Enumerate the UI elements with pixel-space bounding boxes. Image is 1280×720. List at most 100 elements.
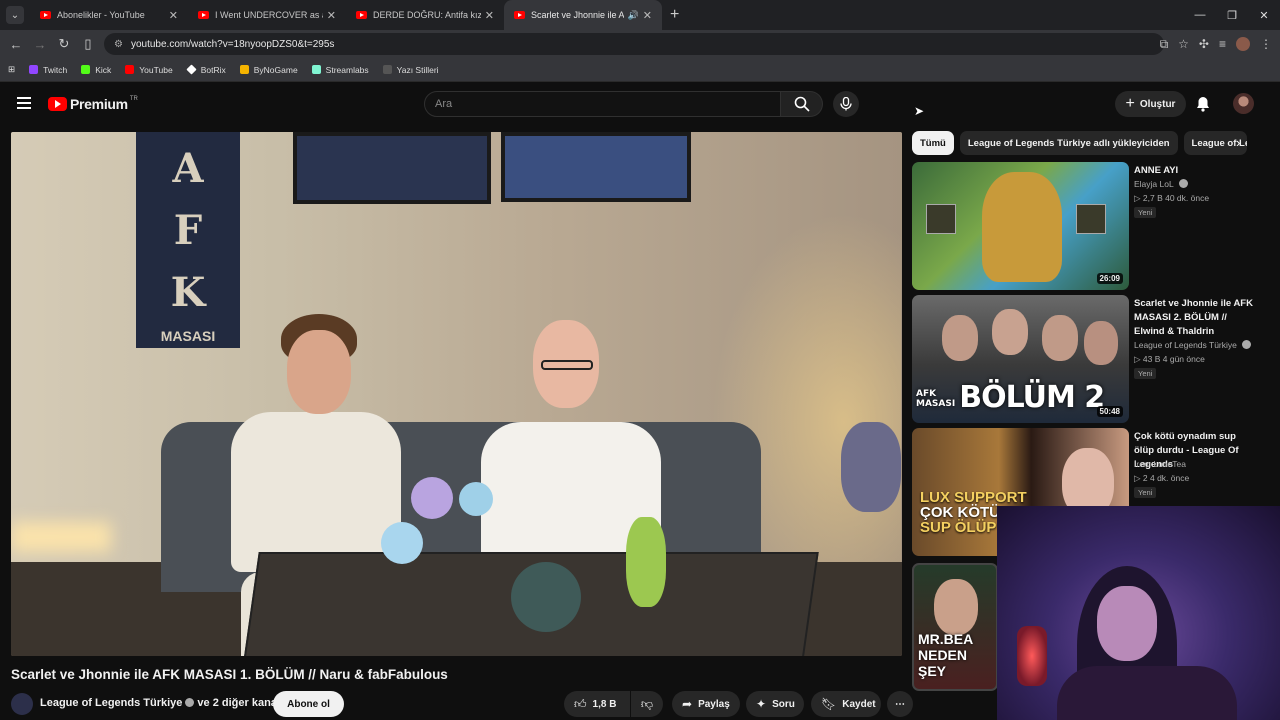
site-info-icon[interactable]: ⚙ — [114, 39, 123, 50]
video-thumbnail[interactable]: AFK MASASI BÖLÜM 2 50:48 — [912, 295, 1129, 423]
logo-text: Premium — [70, 96, 128, 112]
microphone-icon — [840, 97, 852, 111]
browser-tab[interactable]: I Went UNDERCOVER as a Low ✕ — [188, 0, 346, 30]
forward-icon[interactable]: → — [28, 37, 52, 52]
youtube-favicon-icon — [40, 11, 51, 19]
chip-uploader[interactable]: League of Legends Türkiye adlı yükleyici… — [959, 131, 1178, 155]
youtube-favicon-icon — [198, 11, 209, 19]
recommendation-item[interactable]: AFK MASASI BÖLÜM 2 50:48 Scarlet ve Jhonni… — [912, 295, 1272, 423]
account-avatar[interactable] — [1233, 93, 1254, 114]
video-thumbnail[interactable]: 26:09 — [912, 162, 1129, 290]
figurine — [841, 422, 901, 512]
recommendation-item[interactable]: MR.BEA NEDEN ŞEY — [912, 563, 1002, 691]
close-window-icon[interactable]: ✕ — [1248, 9, 1280, 22]
lamp-light — [1017, 626, 1047, 686]
reload-icon[interactable]: ↻ — [52, 36, 76, 52]
dislike-button[interactable]: 👎︎ — [631, 691, 663, 717]
voice-search-button[interactable] — [833, 91, 859, 117]
minimize-icon[interactable]: — — [1184, 9, 1216, 21]
save-button[interactable]: 🔖︎ Kaydet — [811, 691, 881, 717]
webcam-overlay — [997, 506, 1280, 720]
ask-button[interactable]: ✦ Soru — [746, 691, 804, 717]
verified-icon — [1242, 340, 1252, 349]
apps-grid-icon[interactable]: ⊞ — [8, 64, 15, 75]
bookmark-icon: 🔖︎ — [821, 697, 837, 711]
browser-toolbar: ← → ↻ ▯ ⚙ youtube.com/watch?v=18nyoopDZS… — [0, 30, 1280, 58]
collab-channels: ve 2 diğer kanal — [197, 697, 280, 709]
bookmark-bynogame[interactable]: ByNoGame — [239, 65, 298, 75]
poro-plush — [381, 522, 423, 564]
new-badge: Yeni — [1134, 368, 1157, 379]
search-button[interactable] — [781, 91, 823, 117]
video-player[interactable]: AFK MASASI — [11, 132, 902, 656]
channel-avatar[interactable] — [11, 693, 33, 715]
close-tab-icon[interactable]: ✕ — [169, 9, 178, 22]
search-input[interactable]: Ara — [424, 91, 781, 117]
channel-name-link[interactable]: League of Legends Türkiye ve 2 diğer kana… — [40, 697, 280, 709]
video-duration: 26:09 — [1096, 273, 1123, 284]
audio-playing-icon[interactable]: 🔊 — [628, 10, 639, 21]
recommendation-channel: Irem LuneTea — [1134, 459, 1186, 469]
subscribe-button[interactable]: Abone ol — [273, 691, 344, 717]
recommendation-meta: ▷ 43 B 4 gün önce — [1134, 354, 1205, 364]
bookmark-streamlabs[interactable]: Streamlabs — [311, 65, 369, 75]
video-thumbnail[interactable]: MR.BEA NEDEN ŞEY — [912, 563, 998, 691]
create-button[interactable]: + Oluştur — [1115, 91, 1186, 117]
toolbar-actions: ⧉ ☆ ✣ ≡ ⋮ — [1160, 30, 1272, 58]
notifications-button[interactable] — [1196, 96, 1210, 117]
side-panel-icon[interactable]: ▯ — [76, 36, 100, 52]
bookmark-twitch[interactable]: Twitch — [29, 65, 67, 75]
tab-search-button[interactable]: ⌄ — [6, 6, 24, 24]
bookmark-star-icon[interactable]: ☆ — [1178, 37, 1189, 51]
lamp-light — [11, 522, 111, 552]
bynogame-icon — [239, 65, 249, 74]
tab-title: DERDE DOĞRU: Antifa kız ve sö — [373, 10, 481, 20]
share-label: Paylaş — [698, 698, 730, 710]
browser-tab-active[interactable]: Scarlet ve Jhonnie ile AFK M 🔊 ✕ — [504, 0, 662, 30]
chip-all[interactable]: Tümü — [912, 131, 954, 155]
bookmarks-bar: ⊞ Twitch Kick YouTube BotRix ByNoGame St… — [0, 58, 1280, 82]
wall-painting — [501, 132, 691, 202]
browser-tab-bar: ⌄ Abonelikler - YouTube ✕ I Went UNDERCO… — [0, 0, 1280, 30]
back-icon[interactable]: ← — [4, 37, 28, 52]
bookmark-youtube[interactable]: YouTube — [125, 65, 173, 75]
url-text: youtube.com/watch?v=18nyoopDZS0&t=295s — [130, 38, 335, 50]
menu-icon[interactable] — [17, 97, 31, 109]
restore-icon[interactable]: ❐ — [1216, 9, 1248, 22]
profile-avatar[interactable] — [1236, 37, 1250, 51]
plush-toy — [626, 517, 666, 607]
youtube-premium-logo[interactable]: Premium TR — [48, 96, 138, 112]
window-controls: — ❐ ✕ — [1184, 0, 1280, 30]
bookmark-yazi-stilleri[interactable]: Yazı Stilleri — [382, 65, 439, 75]
search-icon — [794, 96, 810, 112]
close-tab-icon[interactable]: ✕ — [643, 9, 652, 22]
tab-title: Abonelikler - YouTube — [57, 10, 145, 20]
media-controls-icon[interactable]: ≡ — [1219, 37, 1226, 51]
poro-plush — [459, 482, 493, 516]
recommendation-title: ANNE AYI — [1134, 165, 1179, 176]
close-tab-icon[interactable]: ✕ — [327, 9, 336, 22]
tab-title: Scarlet ve Jhonnie ile AFK M — [531, 10, 624, 20]
install-icon[interactable]: ⧉ — [1160, 37, 1169, 52]
close-tab-icon[interactable]: ✕ — [485, 9, 494, 22]
youtube-favicon-icon — [514, 11, 525, 19]
extensions-icon[interactable]: ✣ — [1199, 37, 1209, 51]
browser-tab[interactable]: Abonelikler - YouTube ✕ — [30, 0, 188, 30]
share-button[interactable]: ➦ Paylaş — [672, 691, 740, 717]
more-actions-button[interactable]: ⋯ — [887, 691, 913, 717]
chevron-right-icon[interactable]: › — [1236, 135, 1240, 150]
browser-tab[interactable]: DERDE DOĞRU: Antifa kız ve sö ✕ — [346, 0, 504, 30]
thumbs-down-icon: 👎︎ — [640, 696, 654, 711]
bookmark-botrix[interactable]: BotRix — [186, 64, 226, 75]
address-bar[interactable]: ⚙ youtube.com/watch?v=18nyoopDZS0&t=295s — [104, 33, 1164, 55]
wall-painting — [293, 132, 491, 204]
tab-title: I Went UNDERCOVER as a Low — [215, 10, 323, 20]
region-code: TR — [129, 96, 138, 102]
bookmark-kick[interactable]: Kick — [81, 65, 111, 75]
recommendation-item[interactable]: 26:09 ANNE AYI Elayja LoL ▷ 2,7 B 40 dk.… — [912, 162, 1272, 290]
new-tab-icon[interactable]: + — [670, 6, 679, 24]
chrome-menu-icon[interactable]: ⋮ — [1260, 37, 1272, 51]
streamlabs-icon — [311, 65, 321, 74]
like-button[interactable]: 👍︎ 1,8 B — [564, 691, 630, 717]
create-label: Oluştur — [1139, 98, 1176, 110]
